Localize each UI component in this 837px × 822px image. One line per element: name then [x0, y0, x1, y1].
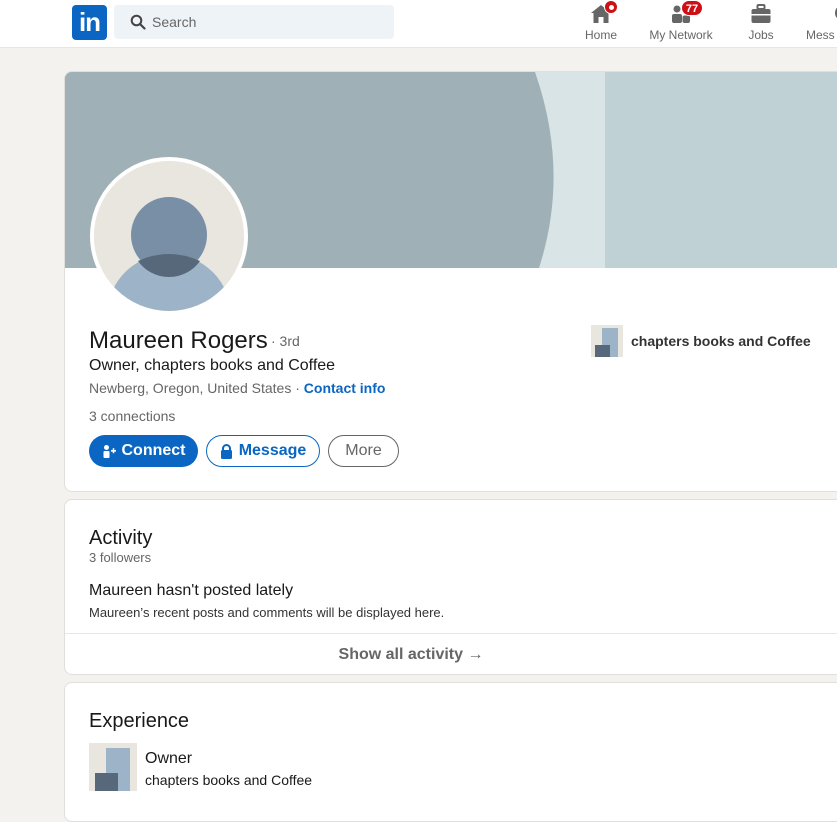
nav-my-network[interactable]: 77 My Network — [646, 0, 716, 48]
nav-home-label: Home — [584, 28, 617, 42]
connections-count: 3 connections — [89, 408, 176, 424]
show-all-activity-link[interactable]: Show all activity → — [65, 646, 805, 664]
nav-messaging[interactable]: Mess — [806, 0, 837, 48]
profile-name: Maureen Rogers — [89, 327, 268, 354]
connect-label: Connect — [121, 442, 186, 459]
experience-company: chapters books and Coffee — [145, 772, 313, 788]
more-button[interactable]: More — [328, 435, 399, 467]
profile-location: Newberg, Oregon, United States · Contact… — [89, 380, 385, 396]
contact-info-link[interactable]: Contact info — [304, 380, 386, 396]
nav-messaging-label: Mess — [806, 28, 835, 42]
activity-title: Activity — [89, 527, 153, 549]
search-icon — [130, 14, 146, 30]
experience-role[interactable]: Owner — [145, 750, 192, 768]
experience-card: Experience Owner chapters books and Coff… — [64, 682, 837, 822]
message-label: Message — [238, 442, 307, 459]
activity-card: Activity 3 followers Maureen hasn't post… — [64, 499, 837, 675]
experience-title: Experience — [89, 710, 190, 732]
top-nav: in Home 77 My Network Jobs — [0, 0, 837, 48]
company-logo-icon[interactable] — [591, 325, 623, 357]
network-badge: 77 — [681, 0, 703, 16]
activity-divider — [65, 633, 837, 634]
more-label: More — [345, 442, 382, 459]
lock-icon — [220, 443, 232, 459]
connection-degree: · 3rd — [271, 333, 300, 349]
search-box[interactable] — [114, 5, 394, 39]
message-button[interactable]: Message — [206, 435, 320, 467]
search-input[interactable] — [152, 5, 382, 39]
nav-my-network-label: My Network — [649, 28, 713, 42]
experience-company-logo-icon[interactable] — [89, 743, 137, 791]
activity-empty-desc: Maureen’s recent posts and comments will… — [89, 605, 445, 620]
location-text: Newberg, Oregon, United States · — [89, 380, 300, 396]
home-notification-dot — [604, 0, 618, 14]
messaging-icon — [835, 7, 837, 18]
connect-button[interactable]: Connect — [89, 435, 198, 467]
activity-empty-title: Maureen hasn't posted lately — [89, 582, 294, 599]
add-person-icon — [103, 445, 116, 458]
activity-followers: 3 followers — [89, 550, 152, 565]
profile-card: Maureen Rogers · 3rd Owner, chapters boo… — [64, 71, 837, 492]
nav-jobs[interactable]: Jobs — [736, 0, 786, 48]
profile-headline: Owner, chapters books and Coffee — [89, 357, 336, 374]
profile-avatar[interactable] — [90, 157, 248, 315]
nav-home[interactable]: Home — [576, 0, 626, 48]
avatar-placeholder-icon — [94, 161, 244, 311]
current-company-link[interactable]: chapters books and Coffee — [631, 333, 811, 349]
briefcase-icon — [751, 4, 771, 23]
nav-jobs-label: Jobs — [748, 28, 774, 42]
linkedin-logo[interactable]: in — [72, 5, 107, 40]
